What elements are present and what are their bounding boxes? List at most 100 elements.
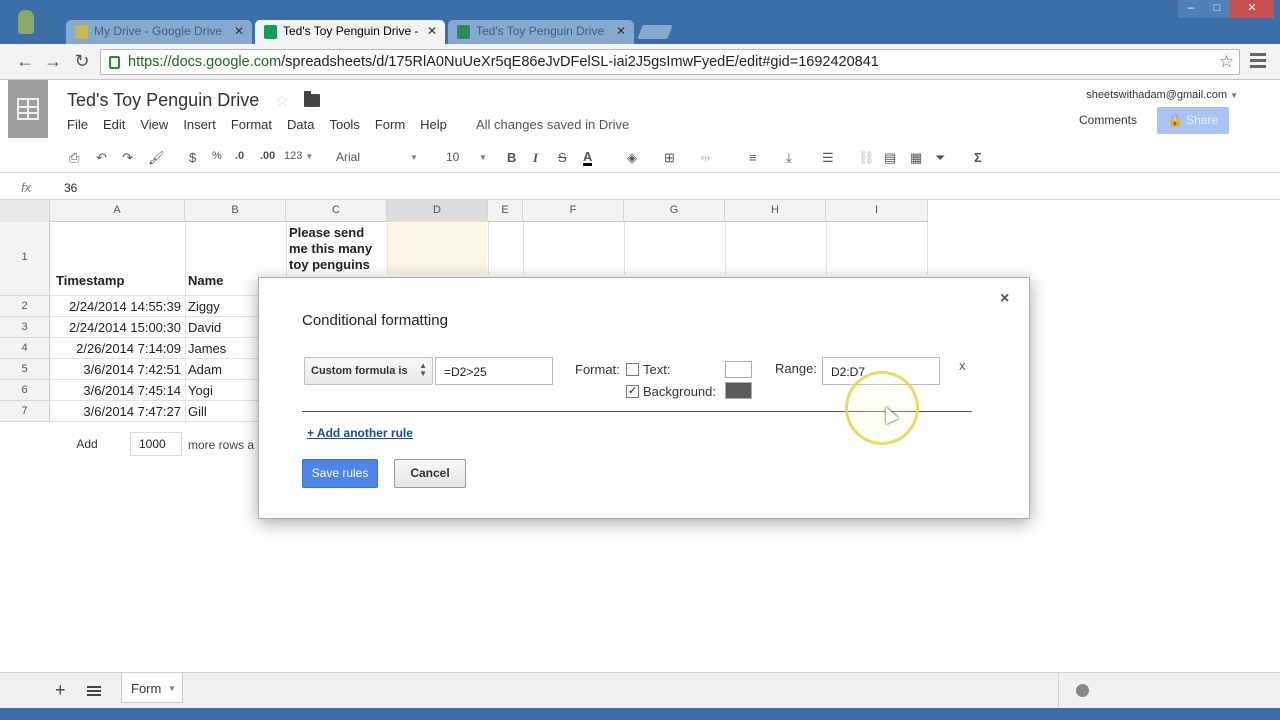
timestamp-cell[interactable]: 2/26/2014 7:14:09 [56,341,181,356]
undo-icon[interactable]: ↶ [96,150,107,166]
name-cell[interactable]: David [188,320,221,335]
header-cell-timestamp[interactable]: Timestamp [56,273,124,288]
text-format-checkbox[interactable] [626,363,639,376]
star-icon[interactable]: ☆ [275,91,289,111]
align-icon[interactable]: ≡ [749,150,757,165]
custom-formula-input[interactable]: =D2>25 [435,357,553,385]
print-icon[interactable]: ⎙ [69,150,79,166]
add-sheet-button[interactable]: + [55,680,66,701]
document-title[interactable]: Ted's Toy Penguin Drive [67,90,259,111]
tab-close-icon[interactable]: ✕ [427,24,437,38]
percent-button[interactable]: % [212,150,222,162]
menu-view[interactable]: View [140,117,168,132]
menu-tools[interactable]: Tools [329,117,359,132]
header-cell-name[interactable]: Name [188,273,223,288]
comment-icon[interactable]: ▤ [884,150,896,166]
background-format-checkbox[interactable]: ✓ [626,385,639,398]
formula-input[interactable]: 36 [64,181,77,195]
close-window-icon[interactable]: ✕ [1230,0,1274,18]
text-color-button[interactable]: A [583,150,593,166]
wrap-text-icon[interactable]: ☰ [822,150,834,166]
folder-icon[interactable] [304,91,320,107]
browser-tab-active[interactable]: Ted's Toy Penguin Drive - ✕ [255,20,445,44]
reload-icon[interactable]: ↻ [71,51,93,72]
save-rules-button[interactable]: Save rules [302,459,378,488]
chart-icon[interactable]: ▦ [910,150,922,166]
comments-button[interactable]: Comments [1068,107,1148,133]
column-header-e[interactable]: E [488,200,523,222]
name-cell[interactable]: James [188,341,226,356]
add-another-rule-link[interactable]: + Add another rule [307,426,413,440]
bold-button[interactable]: B [507,150,516,165]
column-header-a[interactable]: A [50,200,185,222]
name-cell[interactable]: Gill [188,404,207,419]
row-header-5[interactable]: 5 [0,359,50,380]
condition-select[interactable]: Custom formula is ▲ ▼ [304,357,433,385]
sheet-tab-form[interactable]: Form ▼ [121,673,183,703]
functions-button[interactable]: Σ [974,150,982,165]
strikethrough-button[interactable]: S [558,150,567,165]
currency-button[interactable]: $ [189,150,196,165]
forward-arrow-icon[interactable]: → [42,51,64,72]
rows-count-input[interactable]: 1000 [130,432,182,456]
timestamp-cell[interactable]: 3/6/2014 7:47:27 [56,404,181,419]
sheets-logo[interactable] [8,80,48,138]
selected-cell-d1[interactable] [387,222,487,274]
timestamp-cell[interactable]: 3/6/2014 7:42:51 [56,362,181,377]
minimize-icon[interactable]: – [1178,0,1204,18]
select-all-corner[interactable] [0,200,50,222]
row-header-7[interactable]: 7 [0,401,50,422]
column-header-g[interactable]: G [624,200,725,222]
borders-icon[interactable]: ⊞ [664,150,675,166]
column-header-h[interactable]: H [725,200,826,222]
link-icon[interactable]: ⛓ [858,150,875,166]
vertical-align-icon[interactable]: ⤓ [786,150,792,166]
column-header-c[interactable]: C [286,200,387,222]
share-button[interactable]: 🔒 Share [1157,107,1229,134]
name-cell[interactable]: Ziggy [188,299,220,314]
header-cell-penguins[interactable]: Please send me this many toy penguins [289,225,385,275]
row-header-1[interactable]: 1 [0,222,50,296]
menu-edit[interactable]: Edit [103,117,125,132]
row-header-3[interactable]: 3 [0,317,50,338]
italic-button[interactable]: I [533,150,538,166]
menu-data[interactable]: Data [287,117,314,132]
add-rows-button[interactable]: Add [56,432,118,456]
merge-cells-icon[interactable]: ⇹ [700,150,711,166]
tab-close-icon[interactable]: ✕ [234,24,244,38]
cancel-button[interactable]: Cancel [394,459,466,488]
browser-tab-third[interactable]: Ted's Toy Penguin Drive ✕ [448,20,634,44]
timestamp-cell[interactable]: 3/6/2014 7:45:14 [56,383,181,398]
column-header-b[interactable]: B [185,200,286,222]
new-tab-button[interactable] [637,25,673,39]
filter-icon[interactable]: ⏷ [935,150,945,166]
maximize-icon[interactable]: □ [1204,0,1230,18]
address-bar[interactable]: https://docs.google.com/spreadsheets/d/1… [100,49,1240,75]
background-color-swatch[interactable] [725,382,752,399]
column-header-d[interactable]: D [387,200,488,222]
row-header-2[interactable]: 2 [0,296,50,317]
fill-color-icon[interactable]: ◈ [627,150,637,166]
row-header-6[interactable]: 6 [0,380,50,401]
browser-tab-my-drive[interactable]: My Drive - Google Drive ✕ [66,20,252,44]
menu-form[interactable]: Form [375,117,405,132]
back-arrow-icon[interactable]: ← [14,51,36,72]
remove-rule-button[interactable]: x [959,358,966,373]
paint-format-icon[interactable]: 🖌 [148,150,165,166]
redo-icon[interactable]: ↷ [122,150,133,166]
name-cell[interactable]: Adam [188,362,222,377]
more-formats-button[interactable]: 123 ▼ [284,150,313,162]
row-header-4[interactable]: 4 [0,338,50,359]
menu-format[interactable]: Format [231,117,272,132]
decrease-decimals-button[interactable]: .0 [235,150,244,162]
timestamp-cell[interactable]: 2/24/2014 14:55:39 [56,299,181,314]
menu-file[interactable]: File [67,117,88,132]
bookmark-star-icon[interactable]: ☆ [1219,52,1234,72]
column-header-i[interactable]: I [826,200,928,222]
name-cell[interactable]: Yogi [188,383,213,398]
close-icon[interactable]: × [1000,290,1009,308]
chrome-menu-icon[interactable] [1250,53,1266,71]
sheet-list-icon[interactable] [87,686,101,698]
account-email[interactable]: sheetswithadam@gmail.com ▼ [1086,89,1238,101]
text-color-swatch[interactable] [725,361,752,378]
